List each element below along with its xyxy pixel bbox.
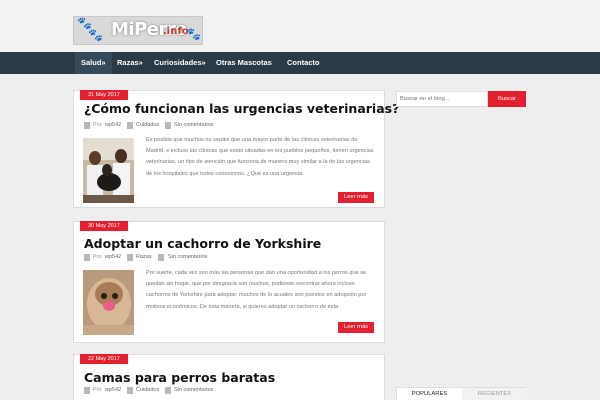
folder-icon — [127, 387, 133, 394]
logo-suffix: .info — [163, 26, 189, 37]
nav-item-otras-mascotas[interactable]: Otras Mascotas — [216, 52, 272, 74]
comment-icon — [165, 387, 171, 394]
nav-item-razas[interactable]: Razas» — [117, 52, 143, 74]
sidebar-tabs: POPULARES RECIENTES — [396, 387, 527, 400]
tab-populares[interactable]: POPULARES — [397, 388, 462, 400]
folder-icon — [127, 122, 133, 129]
post-excerpt: Es posible que muchos no sepáis que una … — [146, 137, 374, 177]
post-title[interactable]: ¿Cómo funcionan las urgencias veterinari… — [84, 101, 399, 116]
nav-item-salud[interactable]: Salud» — [75, 52, 112, 74]
post-category[interactable]: Cuidados — [136, 386, 159, 395]
read-more-button[interactable]: Leer más — [338, 192, 374, 203]
tab-recientes[interactable]: RECIENTES — [462, 388, 527, 400]
post-author[interactable]: wp542 — [105, 386, 121, 395]
nav-item-curiosidades[interactable]: Curiosidades» — [154, 52, 206, 74]
user-icon — [84, 122, 90, 129]
post-date: 22 May 2017 — [80, 354, 128, 364]
post-author[interactable]: wp542 — [105, 253, 121, 262]
post-thumbnail[interactable] — [83, 270, 134, 335]
meta-by: Por — [93, 254, 102, 260]
post-comments[interactable]: Sin comentarios — [168, 253, 207, 262]
folder-icon — [127, 254, 133, 261]
search-input[interactable] — [396, 91, 488, 107]
user-icon — [84, 387, 90, 394]
post-comments[interactable]: Sin comentarios — [174, 386, 213, 395]
post-title[interactable]: Adoptar un cachorro de Yorkshire — [84, 236, 321, 251]
comment-icon — [158, 254, 164, 261]
site-header: 🐾 🐾 MiPerro .info 🐾 — [0, 0, 600, 52]
post-author[interactable]: wp542 — [105, 121, 121, 130]
search-button[interactable]: Buscar — [488, 91, 526, 107]
post-title[interactable]: Camas para perros baratas — [84, 370, 275, 385]
paw-icon: 🐾 — [186, 27, 201, 41]
read-more-button[interactable]: Leer más — [338, 322, 374, 333]
meta-by: Por — [93, 387, 102, 393]
post-date: 30 May 2017 — [80, 221, 128, 231]
post-category[interactable]: Razas — [136, 253, 152, 262]
site-logo[interactable]: 🐾 🐾 MiPerro .info 🐾 — [73, 16, 203, 45]
meta-by: Por — [93, 122, 102, 128]
user-icon — [84, 254, 90, 261]
post-category[interactable]: Cuidados — [136, 121, 159, 130]
post-thumbnail[interactable] — [83, 138, 134, 203]
post-card: 22 May 2017 Camas para perros baratas Po… — [73, 354, 385, 400]
post-card: 31 May 2017 ¿Cómo funcionan las urgencia… — [73, 90, 399, 208]
paw-icon: 🐾 — [88, 28, 103, 42]
comment-icon — [165, 122, 171, 129]
post-comments[interactable]: Sin comentarios — [174, 121, 213, 130]
post-excerpt: Por suerte, cada vez son más las persona… — [146, 270, 367, 310]
post-date: 31 May 2017 — [80, 90, 128, 100]
nav-item-contacto[interactable]: Contacto — [287, 52, 320, 74]
main-nav: Salud» Razas» Curiosidades» Otras Mascot… — [0, 52, 600, 74]
post-card: 30 May 2017 Adoptar un cachorro de Yorks… — [73, 221, 385, 343]
